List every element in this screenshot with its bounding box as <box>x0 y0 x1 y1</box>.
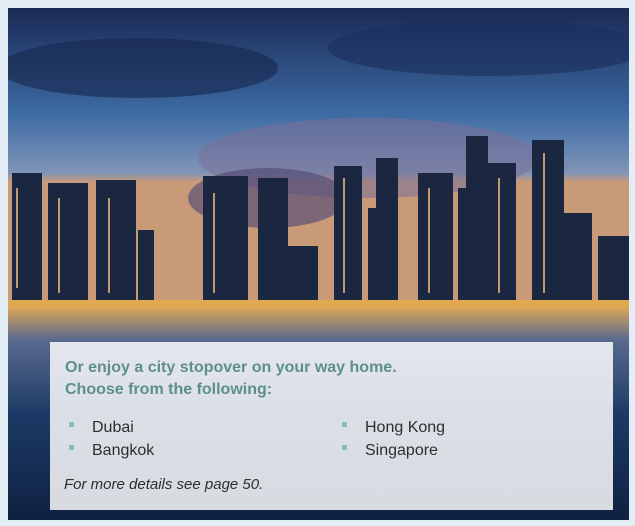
square-bullet-icon <box>342 445 347 450</box>
city-name: Singapore <box>365 442 438 459</box>
callout-heading-line-1: Or enjoy a city stopover on your way hom… <box>65 359 397 376</box>
callout-heading-line-2: Choose from the following: <box>65 381 273 398</box>
page-frame: Or enjoy a city stopover on your way hom… <box>0 0 635 526</box>
square-bullet-icon <box>69 422 74 427</box>
footnote: For more details see page 50. <box>64 476 264 493</box>
list-item: Dubai <box>66 416 154 439</box>
square-bullet-icon <box>69 445 74 450</box>
list-item: Bangkok <box>66 439 154 462</box>
city-name: Bangkok <box>92 442 155 459</box>
city-list-right: Hong Kong Singapore <box>339 416 445 462</box>
callout-heading: Or enjoy a city stopover on your way hom… <box>65 357 397 401</box>
city-list-left: Dubai Bangkok <box>66 416 154 462</box>
list-item: Singapore <box>339 439 445 462</box>
list-item: Hong Kong <box>339 416 445 439</box>
square-bullet-icon <box>342 422 347 427</box>
city-name: Dubai <box>92 419 134 436</box>
city-name: Hong Kong <box>365 419 446 436</box>
